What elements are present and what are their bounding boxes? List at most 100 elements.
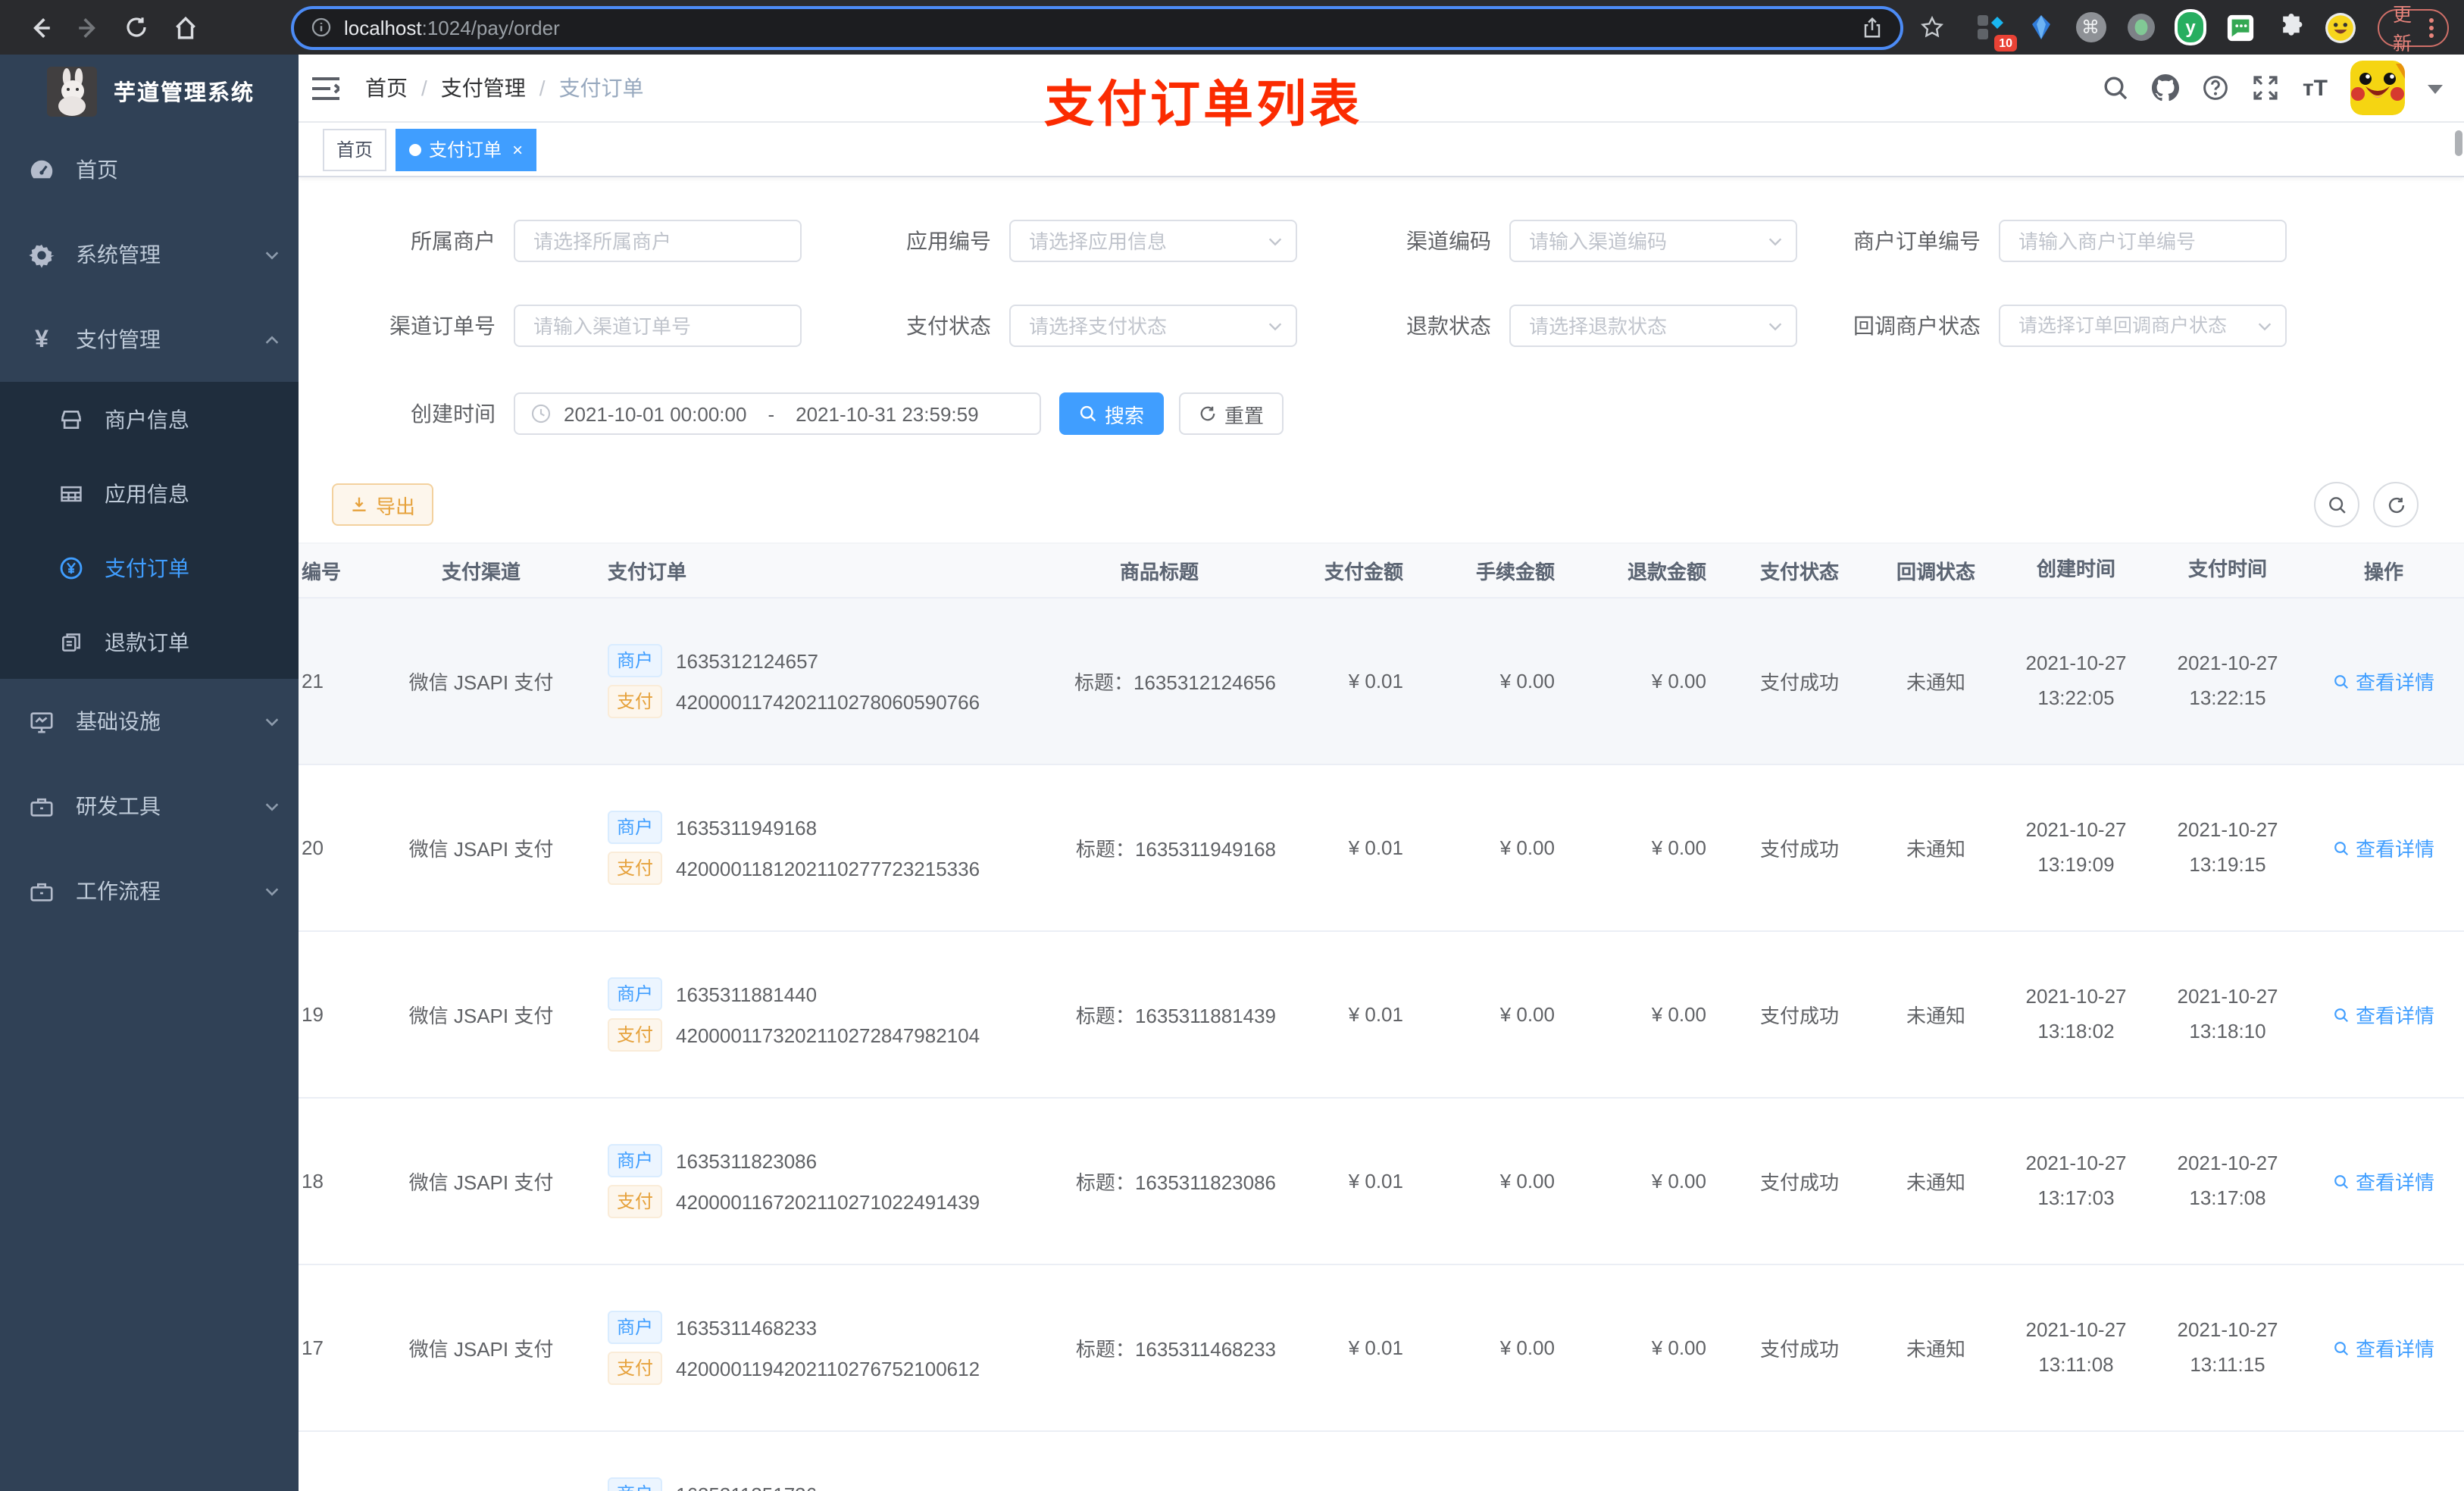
chevron-down-icon — [265, 251, 279, 259]
breadcrumb-home[interactable]: 首页 — [365, 73, 408, 103]
table-row: 商户1635311351736 支付 标题： 查看详情 — [299, 1431, 2464, 1491]
view-detail-link[interactable]: 查看详情 — [2333, 833, 2434, 862]
pay-transaction-no: 4200001173202110272847982104 — [676, 1024, 980, 1046]
pay-order-cell: 商户 1635312124657 支付 4200001174202110278060… — [599, 598, 1030, 765]
scrollbar-thumb[interactable] — [2455, 130, 2462, 156]
sidebar-item-system[interactable]: 系统管理 — [0, 212, 299, 297]
order-id: 18 — [299, 1098, 364, 1265]
url-host: localhost — [344, 16, 422, 39]
search-icon[interactable] — [2103, 74, 2130, 102]
breadcrumb-pay[interactable]: 支付管理 — [441, 73, 526, 103]
sidebar-item-dev-tools[interactable]: 研发工具 — [0, 764, 299, 849]
url-bar[interactable]: localhost:1024/pay/order — [291, 5, 1903, 49]
tab-close-icon[interactable]: × — [512, 140, 523, 158]
breadcrumb-current: 支付订单 — [558, 76, 644, 100]
view-detail-link[interactable]: 查看详情 — [2333, 1000, 2434, 1029]
pay-time: 2021-10-27 13:11:15 — [2152, 1264, 2303, 1432]
avatar-caret-icon[interactable] — [2428, 84, 2443, 101]
extension-vue-icon[interactable]: 10 — [1975, 11, 2017, 51]
reset-button[interactable]: 重置 — [1179, 392, 1284, 435]
sidebar-item-merchant-info[interactable]: 商户信息 — [0, 382, 299, 456]
callback-status-select[interactable] — [1999, 305, 2287, 347]
sidebar-item-home[interactable]: 首页 — [0, 127, 299, 212]
bookmark-star-icon[interactable] — [1920, 15, 1944, 39]
forward-icon[interactable] — [67, 6, 109, 48]
search-button[interactable]: 搜索 — [1059, 392, 1165, 435]
clock-icon — [531, 404, 551, 424]
pay-channel: 微信 JSAPI 支付 — [364, 1098, 599, 1265]
sidebar-item-pay-order[interactable]: 支付订单 — [0, 530, 299, 605]
action-cell: 查看详情 — [2303, 1098, 2464, 1265]
pay-amount: ¥ 0.01 — [1288, 1264, 1424, 1432]
pay-amount: ¥ 0.01 — [1288, 764, 1424, 932]
tab-pay-order[interactable]: 支付订单 × — [396, 128, 537, 170]
active-dot — [409, 143, 422, 155]
share-icon[interactable] — [1861, 16, 1884, 39]
search-icon — [2335, 841, 2349, 855]
font-size-icon[interactable]: тT — [2303, 75, 2328, 101]
refund-status-select[interactable] — [1509, 305, 1797, 347]
pay-channel: 微信 JSAPI 支付 — [364, 1264, 599, 1432]
export-button[interactable]: 导出 — [332, 483, 434, 526]
profile-avatar-icon[interactable] — [2325, 11, 2356, 43]
channel-code-select[interactable] — [1509, 220, 1797, 262]
extension-y-icon[interactable]: y — [2175, 9, 2206, 45]
pay-amount: ¥ 0.01 — [1288, 1098, 1424, 1265]
extension-dot-icon[interactable] — [2125, 11, 2156, 43]
view-detail-link[interactable]: 查看详情 — [2333, 1167, 2434, 1196]
refund-amount — [1576, 1431, 1728, 1491]
channel-order-no-input[interactable] — [514, 305, 802, 347]
user-avatar[interactable] — [2350, 61, 2405, 115]
tab-home[interactable]: 首页 — [323, 128, 387, 170]
sidebar-item-infra[interactable]: 基础设施 — [0, 679, 299, 764]
table-toolbar: 导出 — [299, 482, 2464, 527]
refund-amount: ¥ 0.00 — [1576, 764, 1728, 932]
browser-menu-icon[interactable] — [2429, 17, 2434, 37]
extensions-puzzle-icon[interactable] — [2275, 11, 2306, 43]
sidebar-item-app-info[interactable]: 应用信息 — [0, 456, 299, 530]
extension-gem-icon[interactable] — [2025, 11, 2056, 43]
sidebar: 芋道管理系统 首页 系统管理 ¥ 支付管理 商户信息 应用信息 支付订单 退款订… — [0, 55, 299, 1491]
briefcase-icon — [30, 797, 53, 816]
back-icon[interactable] — [18, 6, 61, 48]
pay-transaction-no: 4200001181202110277723215336 — [676, 857, 980, 880]
view-detail-link[interactable]: 查看详情 — [2333, 1333, 2434, 1362]
merchant-select[interactable] — [514, 220, 802, 262]
create-time-range-picker[interactable]: 2021-10-01 00:00:00 - 2021-10-31 23:59:5… — [514, 392, 1041, 435]
help-icon[interactable] — [2203, 74, 2230, 102]
refresh-icon — [1200, 406, 1215, 421]
search-icon — [2328, 496, 2345, 513]
fee-amount: ¥ 0.00 — [1424, 1098, 1576, 1265]
search-icon — [2335, 1341, 2349, 1355]
toggle-search-button[interactable] — [2314, 482, 2359, 527]
reload-icon[interactable] — [115, 6, 158, 48]
extension-badge: 10 — [1994, 34, 2017, 51]
browser-update-button[interactable]: 更新 — [2378, 5, 2449, 55]
sidebar-item-refund-order[interactable]: 退款订单 — [0, 605, 299, 679]
fullscreen-icon[interactable] — [2253, 74, 2280, 102]
sidebar-toggle-icon[interactable] — [299, 55, 353, 121]
github-icon[interactable] — [2152, 74, 2180, 102]
pay-channel: 微信 JSAPI 支付 — [364, 764, 599, 932]
filter-label: 应用编号 — [906, 229, 991, 253]
filter-label: 创建时间 — [411, 402, 496, 426]
merchant-tag: 商户 — [608, 1477, 663, 1491]
pay-tag: 支付 — [608, 685, 663, 718]
app-select[interactable] — [1009, 220, 1297, 262]
merchant-order-no: 1635312124657 — [676, 649, 819, 672]
extension-chat-icon[interactable] — [2225, 11, 2256, 43]
pay-status — [1728, 1431, 1871, 1491]
refresh-table-button[interactable] — [2373, 482, 2419, 527]
sidebar-item-pay[interactable]: ¥ 支付管理 — [0, 297, 299, 382]
home-icon[interactable] — [164, 6, 206, 48]
extension-command-icon[interactable]: ⌘ — [2075, 11, 2106, 43]
pay-time: 2021-10-27 13:22:15 — [2152, 598, 2303, 765]
chevron-down-icon — [265, 802, 279, 811]
pay-order-cell: 商户 1635311823086 支付 4200001167202110271022… — [599, 1098, 1030, 1265]
view-detail-link[interactable]: 查看详情 — [2333, 667, 2434, 695]
filter-row-3: 创建时间 2021-10-01 00:00:00 - 2021-10-31 23… — [299, 392, 2464, 435]
sidebar-logo[interactable]: 芋道管理系统 — [0, 55, 299, 127]
merchant-order-no-input[interactable] — [1999, 220, 2287, 262]
sidebar-item-workflow[interactable]: 工作流程 — [0, 849, 299, 933]
pay-status-select[interactable] — [1009, 305, 1297, 347]
